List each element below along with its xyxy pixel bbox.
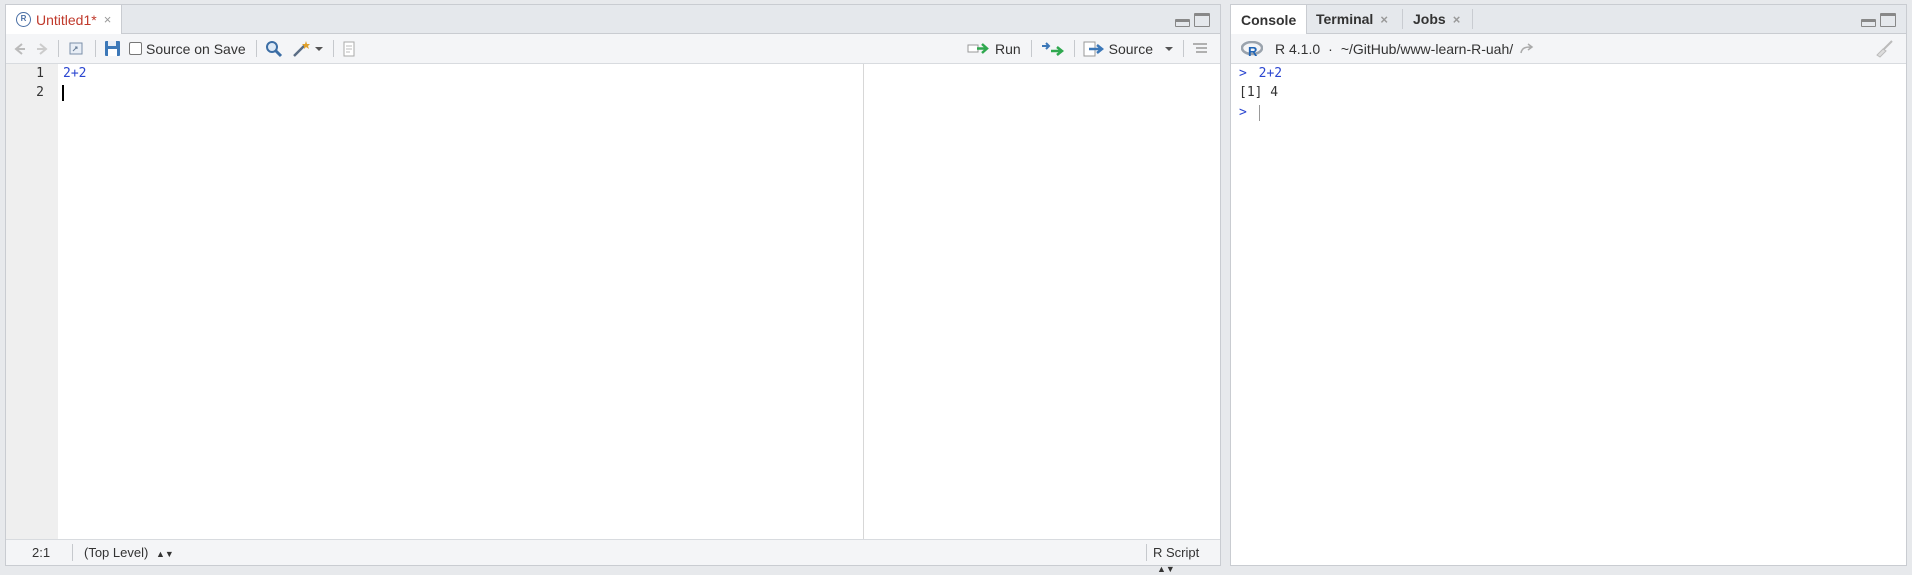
status-separator <box>1146 544 1147 561</box>
minimize-pane-icon[interactable] <box>1175 19 1190 27</box>
toolbar-separator <box>1073 40 1075 57</box>
tab-label: Terminal <box>1316 11 1374 27</box>
minimize-pane-icon[interactable] <box>1861 19 1876 27</box>
tab-label: Jobs <box>1413 11 1446 27</box>
code-area[interactable]: 2+2 <box>58 64 1220 540</box>
search-icon[interactable] <box>265 40 283 58</box>
editor-tabbar: R Untitled1* × <box>6 5 1220 34</box>
tab-separator <box>1472 9 1473 29</box>
console-input: 2+2 <box>1258 66 1283 81</box>
editor-toolbar: Source on Save Run Source <box>6 34 1220 64</box>
save-icon[interactable] <box>104 40 121 57</box>
rerun-icon <box>1041 41 1064 56</box>
tab-label: Untitled1* <box>36 11 97 28</box>
tab-terminal[interactable]: Terminal × <box>1306 5 1398 33</box>
tab-console[interactable]: Console <box>1231 5 1308 34</box>
up-down-arrows-icon: ▲▼ <box>1157 564 1175 574</box>
console-result: [1] 4 <box>1239 85 1279 100</box>
checkbox-icon[interactable] <box>129 42 142 55</box>
toolbar-separator <box>95 40 96 57</box>
line-number: 1 <box>36 66 44 81</box>
toolbar-separator <box>255 40 257 57</box>
tab-jobs[interactable]: Jobs × <box>1403 5 1470 33</box>
console-prompt: > <box>1239 105 1247 120</box>
scope-label: (Top Level) <box>84 545 149 560</box>
r-version: R 4.1.0 <box>1275 40 1321 57</box>
run-arrow-icon <box>967 42 989 54</box>
source-label: Source <box>1108 40 1153 57</box>
close-icon[interactable]: × <box>1453 12 1461 27</box>
up-down-arrows-icon: ▲▼ <box>155 549 174 559</box>
show-in-window-icon[interactable] <box>67 41 85 57</box>
compile-report-icon[interactable] <box>342 41 356 57</box>
source-button[interactable]: Source <box>1083 41 1173 57</box>
working-directory: ~/GitHub/www-learn-R-uah/ <box>1340 40 1514 57</box>
console-pane: Console Terminal × Jobs × R R 4.1.0 · ~/… <box>1230 4 1907 566</box>
document-outline-icon[interactable] <box>1192 42 1208 56</box>
console-line: > <box>1239 105 1247 120</box>
run-label: Run <box>994 40 1021 57</box>
r-file-icon: R <box>16 12 31 27</box>
line-number-gutter: 1 2 <box>6 64 58 540</box>
scope-selector[interactable]: (Top Level) ▲▼ <box>84 545 174 560</box>
code-line: 2+2 <box>63 66 87 81</box>
clear-console-broom-icon[interactable] <box>1874 39 1894 58</box>
source-on-save-label: Source on Save <box>146 40 246 57</box>
source-arrow-icon <box>1083 41 1104 56</box>
filetype-label: R Script <box>1153 545 1200 560</box>
maximize-pane-icon[interactable] <box>1194 13 1210 27</box>
back-arrow-icon[interactable] <box>14 42 32 56</box>
editor-statusbar: 2:1 (Top Level) ▲▼ R Script ▲▼ <box>6 539 1220 574</box>
toolbar-separator <box>1030 40 1032 57</box>
line-number: 2 <box>36 85 44 100</box>
rerun-button[interactable] <box>1040 41 1064 56</box>
r-logo-icon: R <box>1241 40 1263 57</box>
toolbar-separator <box>1183 40 1184 57</box>
close-icon[interactable]: × <box>104 12 112 27</box>
tab-untitled1[interactable]: R Untitled1* × <box>6 5 123 34</box>
cursor-position: 2:1 <box>32 545 51 560</box>
console-cursor <box>1259 105 1260 121</box>
toolbar-separator <box>332 40 334 57</box>
console-tabbar: Console Terminal × Jobs × <box>1231 5 1906 34</box>
console-output[interactable]: > 2+2 [1] 4 > <box>1231 64 1906 565</box>
forward-arrow-icon[interactable] <box>34 42 48 56</box>
code-tools-wand-icon[interactable] <box>291 40 323 58</box>
close-icon[interactable]: × <box>1380 12 1388 27</box>
console-prompt: > <box>1239 66 1247 81</box>
console-line: > 2+2 <box>1239 66 1282 81</box>
source-on-save-checkbox[interactable]: Source on Save <box>129 41 246 57</box>
console-line: [1] 4 <box>1239 85 1278 100</box>
console-toolbar: R R 4.1.0 · ~/GitHub/www-learn-R-uah/ <box>1231 34 1906 64</box>
source-editor-pane: R Untitled1* × Source on Save Run Source… <box>5 4 1221 574</box>
run-button[interactable]: Run <box>967 41 1021 57</box>
chevron-down-icon[interactable] <box>314 46 323 52</box>
toolbar-separator <box>58 40 59 57</box>
tab-label: Console <box>1241 11 1297 28</box>
go-to-directory-icon[interactable] <box>1519 42 1535 55</box>
separator-dot: · <box>1328 40 1333 57</box>
maximize-pane-icon[interactable] <box>1880 13 1896 27</box>
status-separator <box>72 544 73 561</box>
chevron-down-icon[interactable] <box>1165 46 1173 52</box>
svg-text:R: R <box>1248 44 1258 57</box>
text-cursor <box>62 85 64 101</box>
